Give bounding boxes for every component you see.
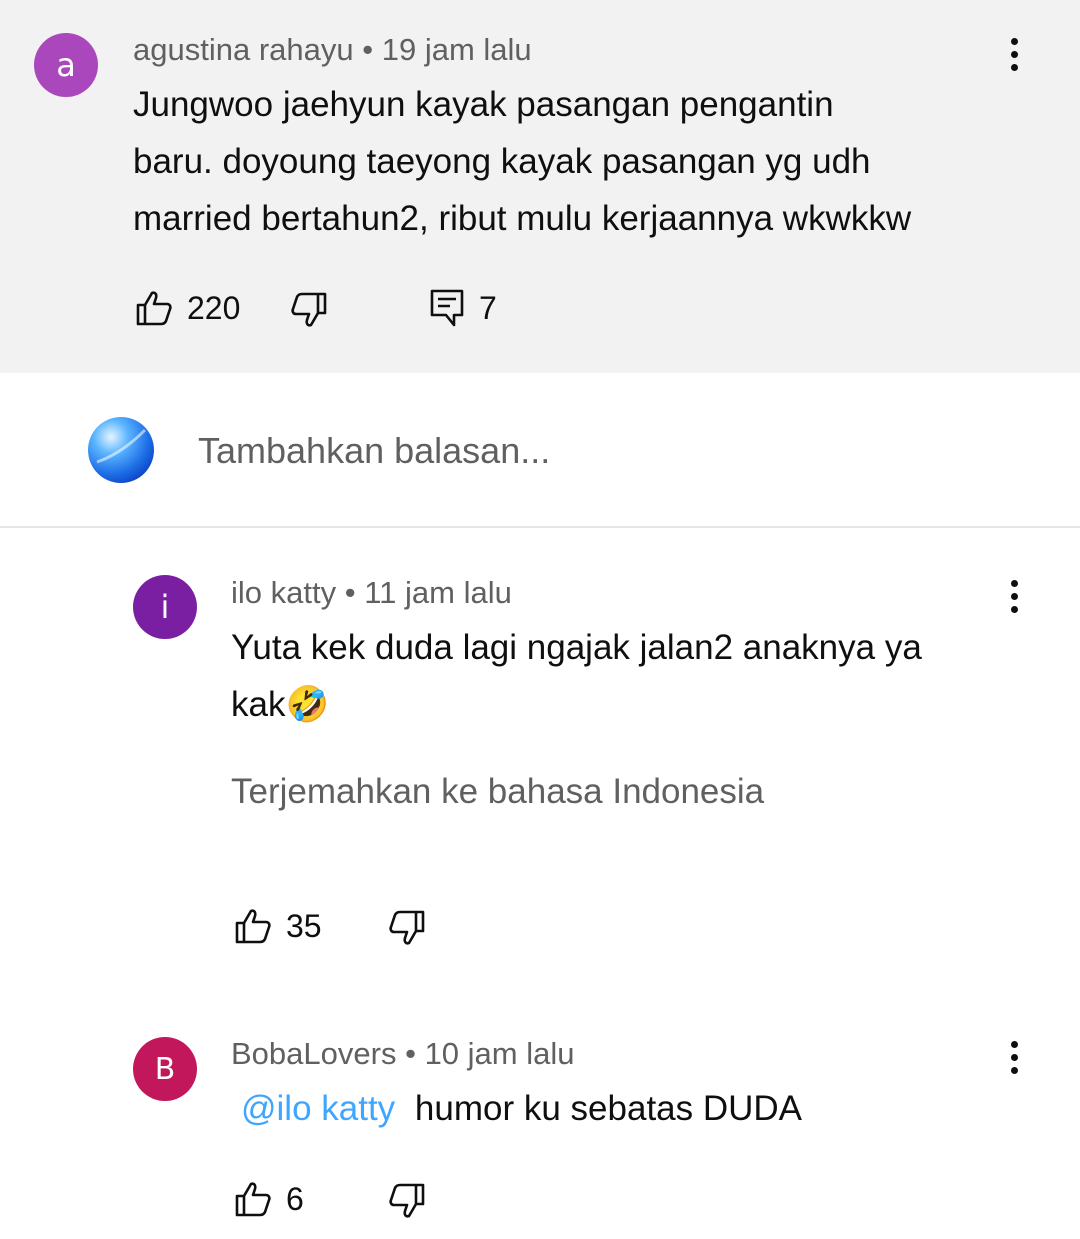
comment-author[interactable]: agustina rahayu [133, 32, 354, 67]
divider [0, 526, 1080, 528]
reply-author[interactable]: ilo katty [231, 575, 336, 610]
avatar-letter: B [154, 1051, 176, 1087]
comment-text-line: Jungwoo jaehyun kayak pasangan pengantin [133, 85, 834, 124]
comment-text-line: baru. doyoung taeyong kayak pasangan yg … [133, 142, 871, 181]
avatar[interactable]: B [133, 1037, 197, 1101]
reply-count: 7 [479, 290, 497, 326]
avatar[interactable]: a [34, 33, 98, 97]
reply-text-line: Yuta kek duda lagi ngajak jalan2 anaknya… [231, 628, 922, 667]
reply-icon[interactable] [430, 289, 464, 327]
dislike-icon[interactable] [388, 910, 426, 946]
comment-time[interactable]: 19 jam lalu [382, 32, 532, 67]
separator: • [405, 1036, 416, 1071]
like-count: 6 [286, 1181, 304, 1217]
more-vert-icon[interactable] [1010, 38, 1020, 77]
dislike-icon[interactable] [388, 1183, 426, 1219]
add-reply-input[interactable]: Tambahkan balasan... [198, 430, 550, 472]
avatar-letter: i [160, 588, 170, 626]
like-icon[interactable] [234, 1181, 272, 1217]
like-count: 220 [187, 290, 241, 326]
comment-text: Jungwoo jaehyun kayak pasangan pengantin… [133, 76, 1033, 247]
reply-meta: ilo katty • 11 jam lalu [231, 575, 512, 611]
translate-link[interactable]: Terjemahkan ke bahasa Indonesia [231, 772, 764, 812]
more-vert-icon[interactable] [1010, 1041, 1020, 1080]
user-avatar [87, 416, 155, 484]
avatar[interactable]: i [133, 575, 197, 639]
comment-text-line: married bertahun2, ribut mulu kerjaannya… [133, 199, 912, 238]
like-icon[interactable] [234, 908, 272, 944]
like-icon[interactable] [135, 290, 173, 326]
reply-time[interactable]: 11 jam lalu [364, 575, 512, 610]
separator: • [344, 575, 356, 610]
reply-author[interactable]: BobaLovers [231, 1036, 396, 1071]
reply-time[interactable]: 10 jam lalu [425, 1036, 575, 1071]
mention-link[interactable]: @ilo katty [241, 1089, 395, 1128]
reply-meta: BobaLovers • 10 jam lalu [231, 1036, 574, 1072]
reply-text: @ilo katty humor ku sebatas DUDA [241, 1080, 1041, 1137]
like-count: 35 [286, 908, 322, 944]
dislike-icon[interactable] [290, 292, 328, 328]
more-vert-icon[interactable] [1010, 580, 1020, 619]
reply-text: Yuta kek duda lagi ngajak jalan2 anaknya… [231, 619, 1031, 733]
highlighted-comment: a agustina rahayu • 19 jam lalu Jungwoo … [0, 0, 1080, 373]
separator: • [362, 32, 374, 67]
avatar-letter: a [56, 46, 76, 84]
reply-text-body: humor ku sebatas DUDA [414, 1089, 803, 1128]
reply-text-line: kak🤣 [231, 685, 330, 724]
comment-meta: agustina rahayu • 19 jam lalu [133, 32, 532, 68]
